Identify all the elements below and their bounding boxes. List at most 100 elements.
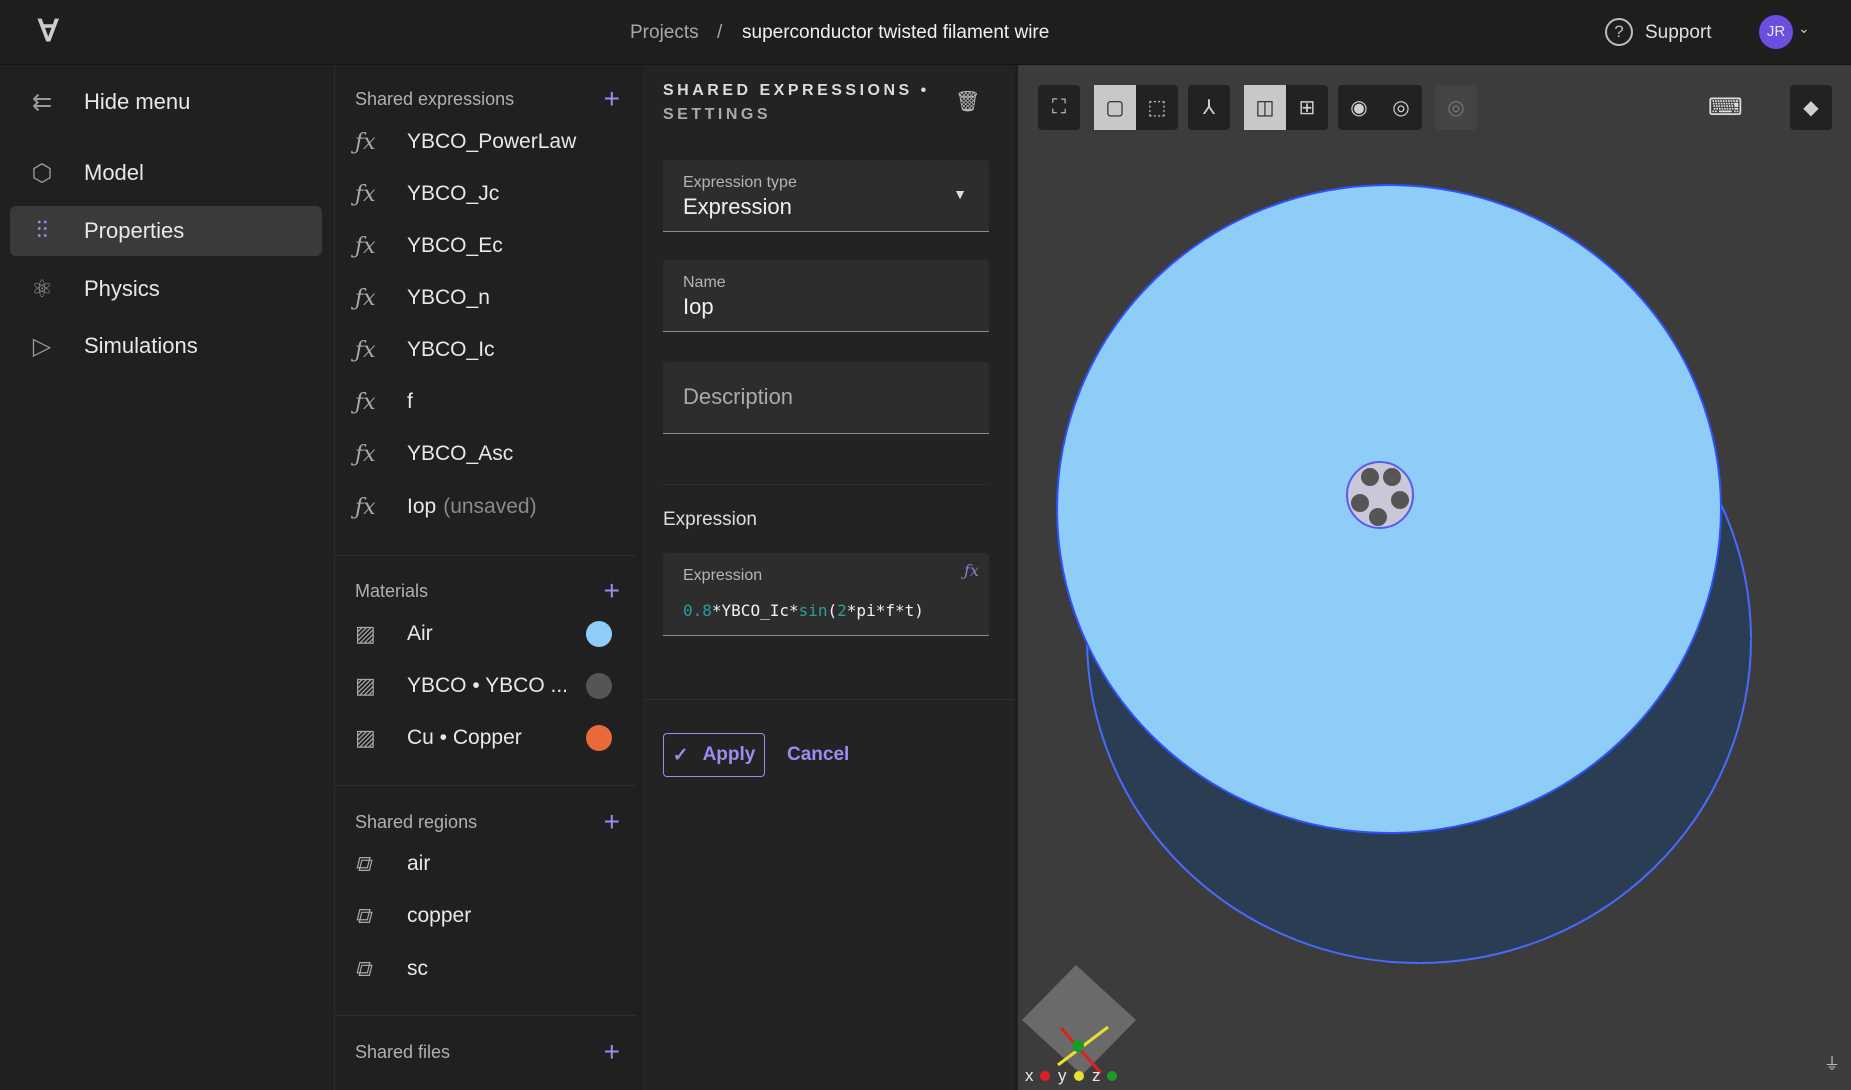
x-axis-dot <box>1040 1071 1050 1081</box>
sidebar-item-label: Model <box>84 160 144 185</box>
sidebar-item-label: Simulations <box>84 333 198 358</box>
sidebar-item-properties[interactable]: ⫶⫶ Properties <box>10 206 322 256</box>
code-number: 0.8 <box>683 601 712 620</box>
description-field[interactable]: Description <box>663 362 989 434</box>
hide-menu-button[interactable]: ⇇ Hide menu <box>10 77 322 127</box>
function-icon: ƒx <box>355 441 376 467</box>
item-label: YBCO_Jc <box>407 182 500 205</box>
divider <box>335 785 636 786</box>
breadcrumb-projects[interactable]: Projects <box>630 22 699 44</box>
list-item[interactable]: ƒx f <box>355 380 620 424</box>
list-item[interactable]: ƒx YBCO_Asc <box>355 432 620 476</box>
list-item[interactable]: ƒx YBCO_Jc <box>355 172 620 216</box>
list-item[interactable]: ▨ Cu • Copper <box>355 716 620 760</box>
expression-type-select[interactable]: Expression type Expression ▼ <box>663 160 989 232</box>
region-icon: ⧉ <box>355 956 371 982</box>
sidebar-item-simulations[interactable]: ▷ Simulations <box>10 321 322 371</box>
check-icon: ✓ <box>672 744 689 766</box>
dropdown-arrow-icon: ▼ <box>953 186 967 202</box>
support-link[interactable]: Support <box>1645 22 1712 44</box>
panel-title: SHARED EXPRESSIONS • SETTINGS <box>663 79 930 127</box>
field-label: Expression type <box>683 174 797 191</box>
hatch-icon: ▨ <box>355 673 376 699</box>
color-swatch[interactable] <box>586 621 612 647</box>
field-value: Expression <box>683 194 792 219</box>
3d-viewport[interactable]: ⛶ ▢ ⬚ ⅄ ◫ ⊞ ◉ ◎ ◎ ⌨ ◆ x y z ⏚ <box>1018 65 1851 1090</box>
avatar[interactable]: JR <box>1759 15 1793 49</box>
function-icon: ƒx <box>355 389 376 415</box>
color-swatch[interactable] <box>586 725 612 751</box>
properties-list: Shared expressions + ƒx YBCO_PowerLaw ƒx YB… <box>334 65 636 1090</box>
y-axis-label: y <box>1058 1066 1067 1085</box>
settings-panel: SHARED EXPRESSIONS • SETTINGS 🗑 Expressio… <box>643 65 1015 1090</box>
field-label: Name <box>683 274 726 291</box>
hatch-icon: ▨ <box>355 725 376 751</box>
sliders-icon: ⫶⫶ <box>36 217 48 244</box>
sidebar-item-physics[interactable]: ⚛ Physics <box>10 264 322 314</box>
item-label: air <box>407 852 431 875</box>
plug-icon: ⏚ <box>1824 1056 1841 1073</box>
chevron-down-icon[interactable]: ⌄ <box>1798 20 1810 37</box>
expression-editor[interactable]: Expression ƒx 0.8*YBCO_Ic*sin(2*pi*f*t) <box>663 553 989 636</box>
add-expression-button[interactable]: + <box>604 83 620 115</box>
expression-code: 0.8*YBCO_Ic*sin(2*pi*f*t) <box>683 601 924 620</box>
app-logo[interactable]: ∀ <box>38 14 59 49</box>
field-label: Expression <box>683 567 763 584</box>
list-item[interactable]: ▨ YBCO • YBCO ... <box>355 664 620 708</box>
add-material-button[interactable]: + <box>604 575 620 607</box>
list-item[interactable]: ƒx YBCO_PowerLaw <box>355 120 620 164</box>
section-title: Shared expressions <box>355 88 515 109</box>
item-label: copper <box>407 904 472 927</box>
item-label: YBCO_Asc <box>407 442 514 465</box>
list-item[interactable]: ƒx Iop (unsaved) <box>355 485 620 529</box>
list-item[interactable]: ƒx YBCO_Ec <box>355 224 620 268</box>
item-label: Iop <box>407 495 437 518</box>
list-item[interactable]: ⧉ sc <box>355 947 620 991</box>
list-item[interactable]: ⧉ air <box>355 842 620 886</box>
add-region-button[interactable]: + <box>604 806 620 838</box>
item-label: f <box>407 390 413 413</box>
code-text: ( <box>827 601 838 620</box>
x-axis-label: x <box>1025 1066 1034 1085</box>
collapse-icon: ⇇ <box>31 88 53 116</box>
breadcrumb-separator: / <box>717 22 723 43</box>
unsaved-badge: (unsaved) <box>443 495 537 518</box>
sidebar: ⇇ Hide menu ⬡ Model ⫶⫶ Properties ⚛ Physics … <box>0 65 334 1090</box>
item-label: Air <box>407 622 433 645</box>
function-icon: ƒx <box>355 233 376 259</box>
divider <box>643 699 1015 700</box>
add-file-button[interactable]: + <box>604 1036 620 1068</box>
divider <box>663 484 989 485</box>
y-axis-dot <box>1074 1071 1084 1081</box>
divider <box>335 1015 636 1016</box>
function-icon[interactable]: ƒx <box>964 561 979 580</box>
field-placeholder: Description <box>683 384 794 409</box>
help-icon[interactable]: ? <box>1605 18 1633 46</box>
item-label: sc <box>407 957 428 980</box>
apply-button[interactable]: ✓ Apply <box>663 733 765 777</box>
atom-icon: ⚛ <box>31 275 53 303</box>
play-icon: ▷ <box>32 332 52 360</box>
list-item[interactable]: ƒx YBCO_n <box>355 276 620 320</box>
list-item[interactable]: ƒx YBCO_Ic <box>355 328 620 372</box>
item-label: YBCO_PowerLaw <box>407 130 577 153</box>
list-item[interactable]: ⧉ copper <box>355 894 620 938</box>
function-icon: ƒx <box>355 181 376 207</box>
sidebar-item-label: Properties <box>84 218 185 243</box>
title-line: SHARED EXPRESSIONS • <box>663 82 930 99</box>
function-icon: ƒx <box>355 285 376 311</box>
sidebar-item-model[interactable]: ⬡ Model <box>10 148 322 198</box>
orientation-cube <box>1022 965 1136 1075</box>
name-field[interactable]: Name Iop <box>663 260 989 332</box>
list-item[interactable]: ▨ Air <box>355 612 620 656</box>
code-function: sin <box>798 601 828 620</box>
cancel-button[interactable]: Cancel <box>787 744 849 766</box>
trash-icon[interactable]: 🗑 <box>955 89 980 114</box>
color-swatch[interactable] <box>586 673 612 699</box>
shared-regions-header: Shared regions + <box>355 806 620 838</box>
filament <box>1351 494 1369 512</box>
code-number: 2 <box>837 601 847 620</box>
model-render <box>1022 184 1752 1081</box>
breadcrumb-project: superconductor twisted filament wire <box>742 22 1050 43</box>
shared-files-header: Shared files + <box>355 1036 620 1068</box>
